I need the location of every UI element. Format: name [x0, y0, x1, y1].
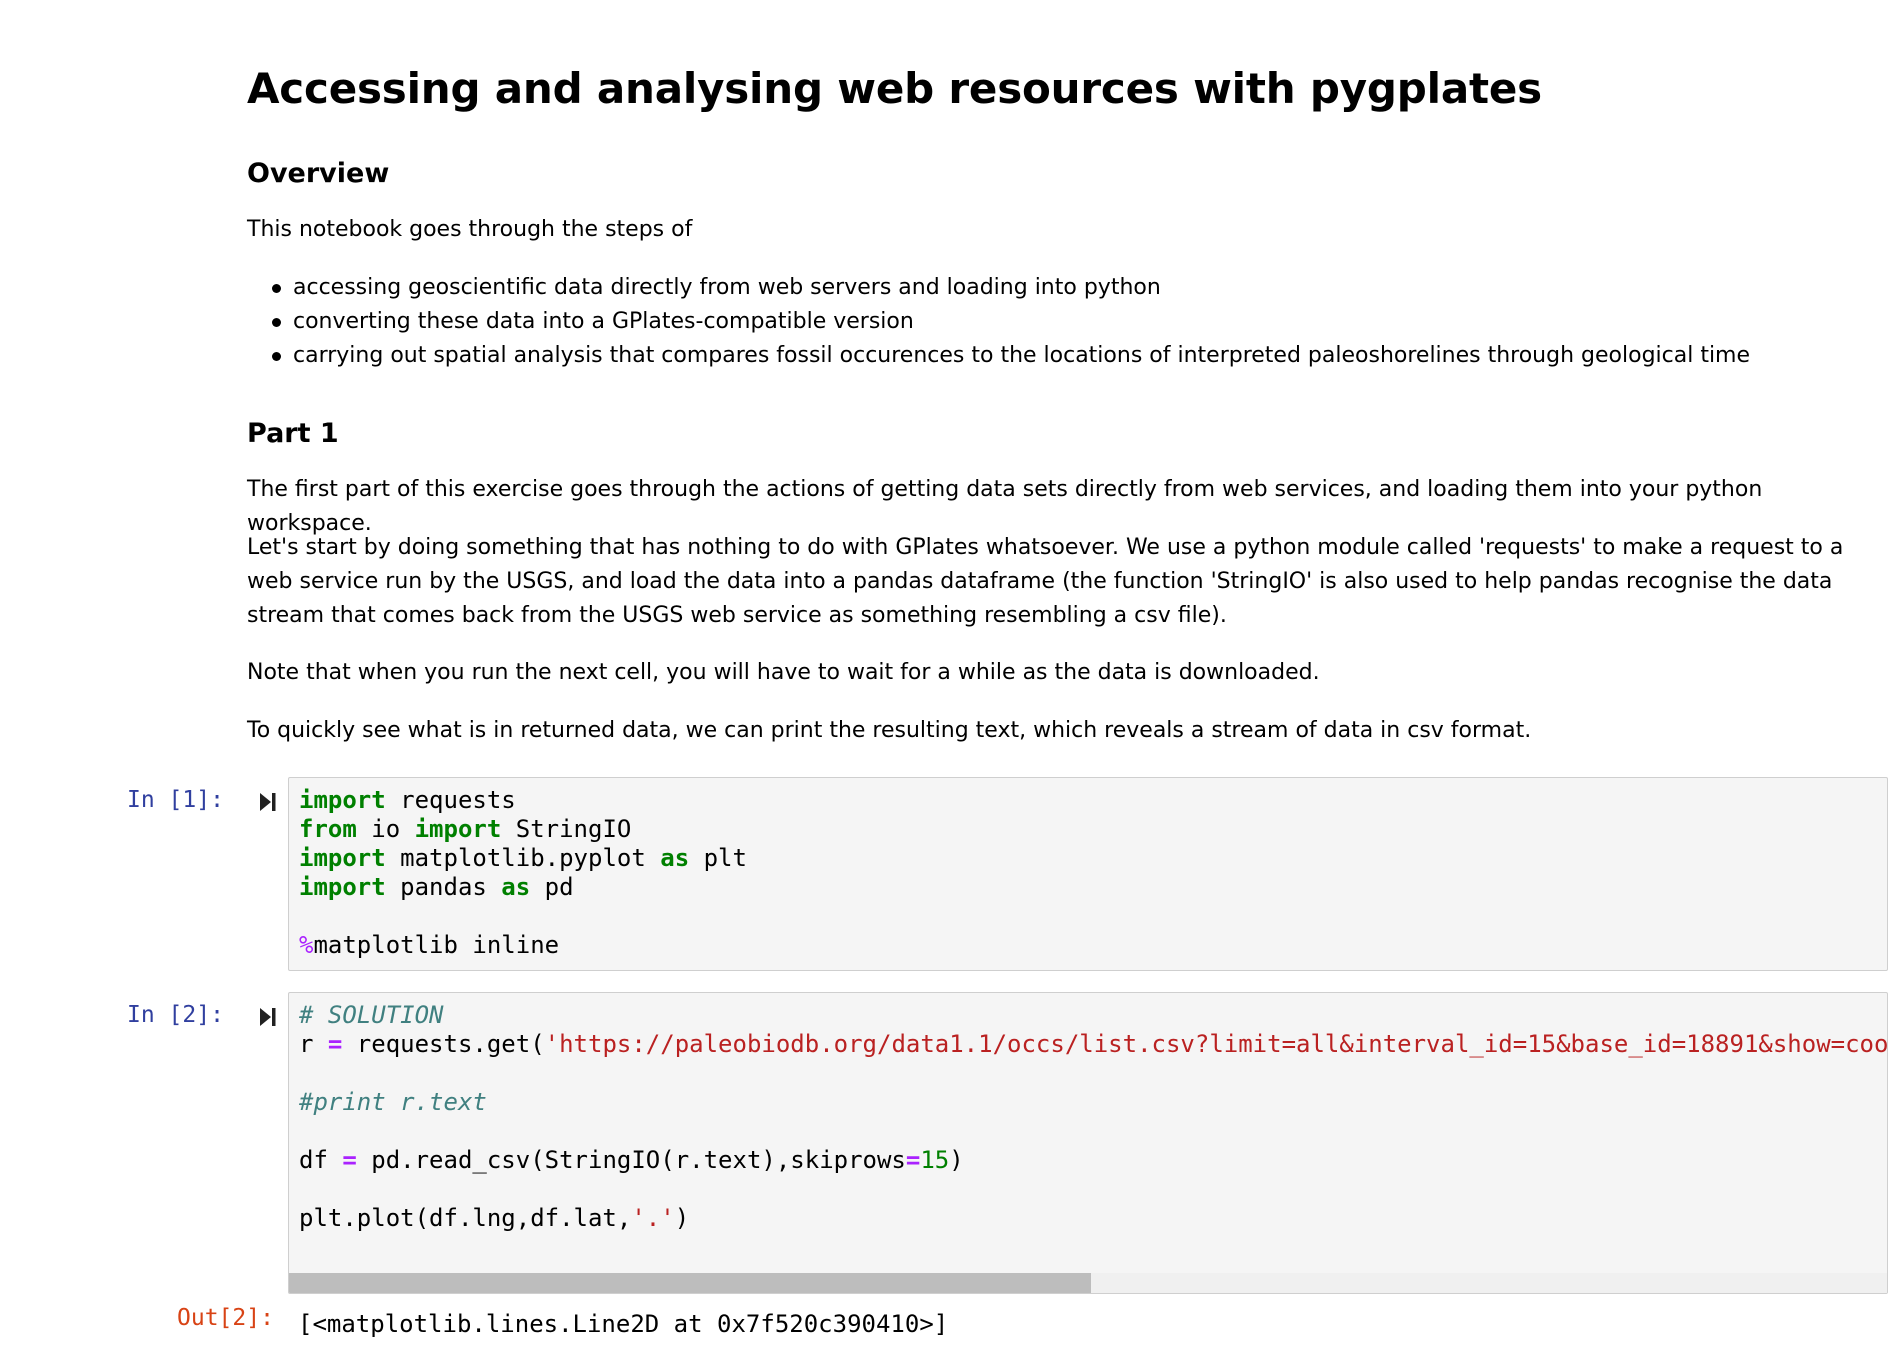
cell-1-prompt: In [1]: — [127, 787, 224, 813]
code-token: df — [299, 1146, 343, 1174]
comment-token: # SOLUTION — [299, 1001, 444, 1029]
code-token: requests.get( — [342, 1030, 545, 1058]
code-token: StringIO — [501, 815, 632, 843]
code-line: import pandas as pd — [299, 873, 574, 901]
part1-paragraph-2: Let's start by doing something that has … — [247, 535, 1844, 628]
keyword-token: as — [660, 844, 690, 872]
list-item: carrying out spatial analysis that compa… — [247, 339, 1750, 373]
code-token: io — [356, 815, 415, 843]
overview-heading: Overview — [247, 158, 390, 189]
keyword-token: import — [299, 873, 386, 901]
operator-token: = — [905, 1146, 921, 1174]
string-token: 'https://paleobiodb.org/data1.1/occs/lis… — [544, 1030, 1888, 1058]
code-cell-2-source[interactable]: # SOLUTION r = requests.get('https://pal… — [299, 1001, 1888, 1233]
output-prompt: Out[2]: — [177, 1305, 274, 1331]
code-cell-2[interactable]: # SOLUTION r = requests.get('https://pal… — [288, 992, 1888, 1294]
code-line: # SOLUTION — [299, 1001, 444, 1029]
keyword-token: import — [414, 815, 502, 843]
code-line: #print r.text — [299, 1088, 487, 1116]
run-cell-icon[interactable] — [259, 1007, 277, 1027]
code-line: import requests — [299, 786, 516, 814]
comment-token: #print r.text — [299, 1088, 487, 1116]
code-token: pd — [530, 873, 574, 901]
part1-paragraph-3: Note that when you run the next cell, yo… — [247, 660, 1320, 685]
code-cell-1[interactable]: import requests from io import StringIO … — [288, 777, 1888, 971]
number-token: 15 — [920, 1146, 950, 1174]
code-line: from io import StringIO — [299, 815, 631, 843]
list-item: converting these data into a GPlates-com… — [247, 305, 1750, 339]
cell-output-text: [<matplotlib.lines.Line2D at 0x7f520c390… — [298, 1310, 949, 1338]
code-token: plt — [689, 844, 747, 872]
part1-paragraph-4: To quickly see what is in returned data,… — [247, 718, 1532, 743]
cell-2-prompt: In [2]: — [127, 1002, 224, 1028]
run-cell-icon[interactable] — [259, 792, 277, 812]
code-token: pd.read_csv(StringIO(r.text),skiprows — [356, 1146, 906, 1174]
code-line: r = requests.get('https://paleobiodb.org… — [299, 1030, 1888, 1058]
code-token: requests — [385, 786, 516, 814]
part1-heading: Part 1 — [247, 418, 339, 449]
code-token: ) — [949, 1146, 964, 1174]
keyword-token: as — [501, 873, 531, 901]
code-token: pandas — [385, 873, 502, 901]
scrollbar-thumb[interactable] — [289, 1273, 1091, 1293]
overview-intro: This notebook goes through the steps of — [247, 217, 693, 242]
code-token: plt.plot(df.lng,df.lat, — [299, 1204, 632, 1232]
magic-token: % — [299, 931, 314, 959]
code-line: plt.plot(df.lng,df.lat,'.') — [299, 1204, 689, 1232]
code-token: matplotlib.pyplot — [385, 844, 661, 872]
code-line: df = pd.read_csv(StringIO(r.text),skipro… — [299, 1146, 964, 1174]
operator-token: = — [342, 1146, 357, 1174]
keyword-token: import — [299, 786, 386, 814]
code-token: r — [299, 1030, 328, 1058]
code-line: %matplotlib inline — [299, 931, 559, 959]
notebook-title: Accessing and analysing web resources wi… — [247, 64, 1542, 113]
operator-token: = — [327, 1030, 343, 1058]
code-token: ) — [674, 1204, 690, 1232]
string-token: '.' — [631, 1204, 675, 1232]
keyword-token: from — [299, 815, 357, 843]
code-cell-1-source[interactable]: import requests from io import StringIO … — [299, 786, 747, 960]
keyword-token: import — [299, 844, 386, 872]
list-item: accessing geoscientific data directly fr… — [247, 271, 1750, 305]
code-token: matplotlib inline — [313, 931, 560, 959]
horizontal-scrollbar[interactable] — [289, 1273, 1887, 1293]
code-line: import matplotlib.pyplot as plt — [299, 844, 747, 872]
overview-bullet-list: accessing geoscientific data directly fr… — [247, 271, 1750, 373]
